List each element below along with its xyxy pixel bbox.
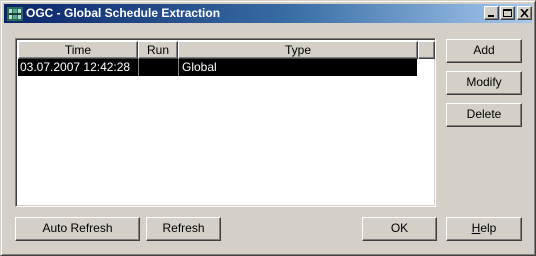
column-header-time[interactable]: Time (18, 41, 138, 59)
close-button[interactable] (517, 6, 532, 20)
cell-type: Global (178, 59, 419, 76)
modify-button[interactable]: Modify (446, 71, 522, 95)
list-row-selected[interactable]: 03.07.2007 12:42:28 Global (18, 59, 417, 76)
auto-refresh-button[interactable]: Auto Refresh (15, 217, 140, 241)
column-header-type[interactable]: Type (178, 41, 418, 59)
app-icon[interactable] (7, 6, 23, 22)
dialog-window: OGC - Global Schedule Extraction Time Ru… (0, 0, 536, 256)
ok-button[interactable]: OK (362, 217, 437, 241)
cell-time: 03.07.2007 12:42:28 (20, 60, 131, 74)
column-header-run[interactable]: Run (138, 41, 178, 59)
close-icon (520, 9, 529, 18)
help-button[interactable]: Help (446, 217, 522, 241)
delete-button[interactable]: Delete (446, 103, 522, 127)
list-header: Time Run Type (18, 41, 435, 59)
schedule-list[interactable]: Time Run Type 03.07.2007 12:42:28 Global (15, 38, 436, 207)
title-bar[interactable]: OGC - Global Schedule Extraction (4, 4, 532, 23)
window-title: OGC - Global Schedule Extraction (26, 6, 221, 20)
column-header-filler (418, 41, 435, 59)
minimize-icon (488, 15, 494, 17)
minimize-button[interactable] (484, 6, 499, 20)
add-button[interactable]: Add (446, 39, 522, 63)
help-label-rest: elp (480, 221, 497, 235)
maximize-button[interactable] (500, 6, 515, 20)
maximize-icon (503, 9, 512, 17)
refresh-button[interactable]: Refresh (146, 217, 221, 241)
cell-run (138, 59, 179, 76)
